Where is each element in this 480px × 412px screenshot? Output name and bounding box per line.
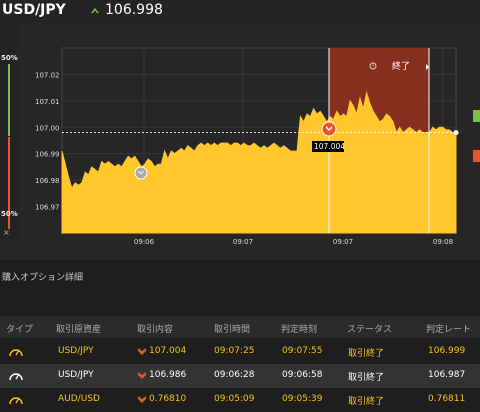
down-arrow-icon [138,372,146,379]
y-tick-label: 107.02 [35,71,60,79]
x-tick-label: 09:08 [433,238,453,246]
y-tick-label: 106.99 [35,151,60,159]
status: 取引終了 [348,373,385,383]
judge-rate: 0.76811 [428,394,466,404]
x-tick-label: 09:06 [134,238,155,246]
table-row[interactable]: AUD/USD 0.76810 09:05:09 09:05:39 取引終了 0… [0,388,480,412]
col-type: タイプ [6,325,34,335]
type-gauge-icon [9,373,23,381]
entry-time: 09:06:28 [214,370,255,380]
type-gauge-icon [9,349,23,357]
status: 取引終了 [348,349,385,359]
current-price: 106.998 [105,2,163,18]
asset: AUD/USD [58,394,100,404]
current-price-dot [453,130,459,136]
table-header: タイプ 取引原資産 取引内容 取引時間 判定時刻 ステータス 判定レート [0,316,480,338]
y-tick-label: 107.01 [35,98,60,106]
judge-time: 09:07:55 [282,346,323,356]
price-up-arrow-icon [91,8,99,13]
right-edge-markers [473,110,480,162]
col-asset: 取引原資産 [56,325,102,335]
col-status: ステータス [347,325,393,335]
trade-rate: 106.986 [149,370,187,380]
down-side-tab-icon [473,150,480,162]
purchase-details-title: 購入オプション詳細 [2,273,84,283]
trade-rate: 107.004 [149,346,187,356]
trade-rate: 0.76810 [149,394,187,404]
price-chart: 107.02 107.01 107.00 106.99 106.98 106.97 09:… [35,47,480,246]
reference-rate-tag: 107.004 [312,141,345,152]
period-end-label: 終了 [392,60,410,72]
entry-time: 09:07:25 [214,346,255,356]
col-judge-time: 判定時刻 [281,325,318,335]
judge-rate: 106.999 [428,346,466,356]
currency-pair-title: USD/JPY [2,2,66,18]
col-entry-time: 取引時間 [214,325,251,335]
x-tick-label: 09:07 [233,238,253,246]
type-gauge-icon [9,397,23,405]
judge-time: 09:06:58 [282,370,323,380]
up-side-tab-icon [473,110,480,122]
y-tick-label: 107.00 [35,124,60,132]
y-tick-label: 106.98 [35,177,60,185]
past-entry-marker [134,166,148,180]
status: 取引終了 [348,397,385,407]
down-arrow-icon [138,348,146,355]
reference-rate-label: 107.004 [314,142,345,151]
col-trade: 取引内容 [137,325,174,335]
col-judge-rate: 判定レート [426,325,472,335]
y-axis-labels: 107.02 107.01 107.00 106.99 106.98 106.97 [35,71,60,211]
asset: USD/JPY [58,370,94,380]
y-tick-label: 106.97 [35,204,60,212]
x-axis-labels: 09:06 09:07 09:07 09:08 [134,238,453,246]
entry-marker [321,121,337,137]
entry-time: 09:05:09 [214,394,255,404]
x-tick-label: 09:07 [333,238,353,246]
table-row[interactable]: USD/JPY 107.004 09:07:25 09:07:55 取引終了 1… [0,340,480,364]
judge-rate: 106.987 [428,370,466,380]
asset: USD/JPY [58,346,94,356]
judge-time: 09:05:39 [282,394,323,404]
table-row[interactable]: USD/JPY 106.986 09:06:28 09:06:58 取引終了 1… [0,364,480,388]
price-header: USD/JPY 106.998 [0,0,480,22]
